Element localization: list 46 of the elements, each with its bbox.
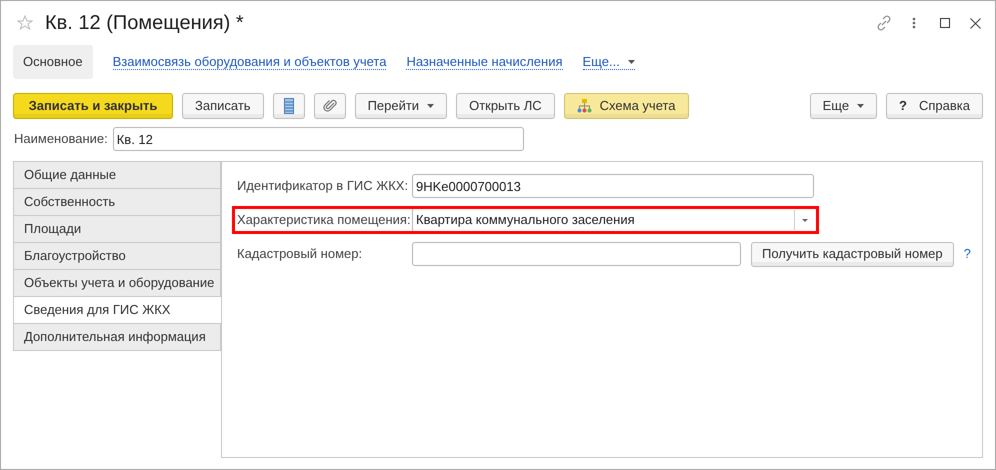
- more-menu-link[interactable]: Еще...: [582, 54, 635, 70]
- toolbar-button[interactable]: Открыть ЛС: [456, 93, 555, 119]
- nav-tab[interactable]: Основное: [13, 45, 93, 79]
- side-tab[interactable]: Объекты учета и оборудование: [13, 269, 221, 296]
- caret-icon: [628, 60, 635, 64]
- side-tab[interactable]: Собственность: [13, 188, 221, 215]
- help-button[interactable]: ? Справка: [886, 93, 983, 119]
- paperclip-icon: [322, 99, 337, 113]
- list-icon: [284, 98, 294, 114]
- window-title: Кв. 12 (Помещения) *: [45, 11, 244, 36]
- help-label: Справка: [919, 97, 970, 116]
- scheme-button[interactable]: Схема учета: [564, 93, 689, 119]
- select-value: Квартира коммунального заселения: [415, 211, 636, 230]
- text-field[interactable]: 9HKe0000700013: [412, 174, 814, 198]
- side-tab[interactable]: Благоустройство: [13, 242, 221, 269]
- dropdown-button[interactable]: Перейти: [354, 93, 448, 119]
- attach-button[interactable]: [314, 93, 346, 119]
- list-button[interactable]: [272, 93, 305, 119]
- field-label: Идентификатор в ГИС ЖКХ:: [237, 177, 410, 196]
- star-icon[interactable]: [17, 15, 33, 31]
- save-close-button[interactable]: Записать и закрыть: [13, 93, 173, 119]
- field-label: Кадастровый номер:: [237, 245, 364, 264]
- name-field[interactable]: Кв. 12: [112, 127, 524, 151]
- maximize-icon[interactable]: [940, 18, 950, 28]
- caret-icon: [427, 104, 434, 108]
- field-label: Характеристика помещения:: [237, 211, 412, 230]
- select-field[interactable]: Квартира коммунального заселения: [412, 209, 814, 231]
- dropdown-button[interactable]: Еще: [810, 93, 878, 119]
- get-number-button[interactable]: Получить кадастровый номер: [751, 242, 954, 266]
- side-tab[interactable]: Площади: [13, 215, 221, 242]
- name-label: Наименование:: [14, 130, 108, 148]
- help-link[interactable]: ?: [964, 244, 971, 264]
- side-tab[interactable]: Дополнительная информация: [13, 323, 221, 350]
- nav-link[interactable]: Взаимосвязь оборудования и объектов учета: [112, 54, 386, 70]
- text-field[interactable]: [412, 242, 741, 266]
- toolbar-button[interactable]: Записать: [182, 93, 264, 119]
- question-mark: ?: [899, 97, 907, 116]
- side-tab[interactable]: Сведения для ГИС ЖКХ: [13, 296, 221, 323]
- more-icon[interactable]: [912, 17, 916, 29]
- dropdown-arrow-icon: [802, 218, 808, 222]
- side-tab[interactable]: Общие данные: [13, 161, 221, 188]
- hierarchy-icon: [576, 99, 592, 113]
- nav-link[interactable]: Назначенные начисления: [406, 54, 563, 70]
- link-icon[interactable]: [876, 15, 892, 31]
- caret-icon: [857, 104, 864, 108]
- close-icon[interactable]: [970, 18, 981, 28]
